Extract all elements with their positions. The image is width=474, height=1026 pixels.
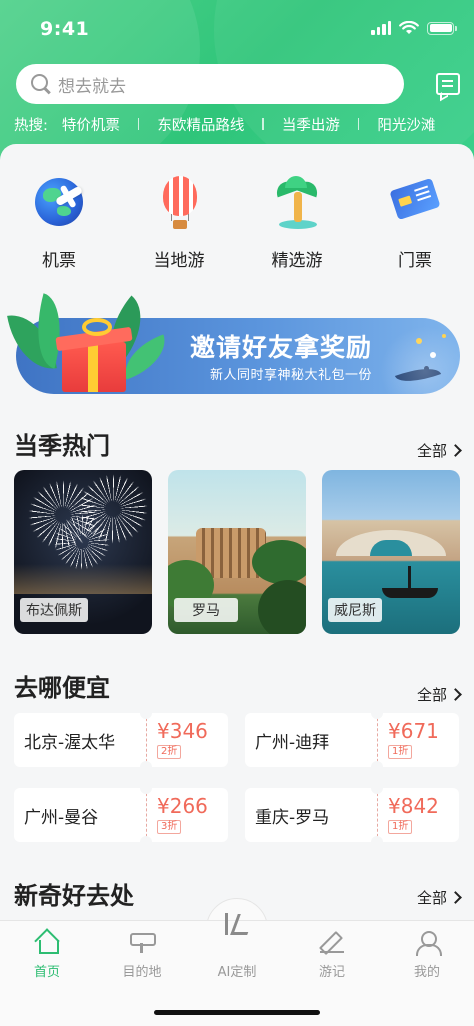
banner-subtitle: 新人同时享神秘大礼包一份 bbox=[210, 368, 373, 383]
hot-search-label: 热搜: bbox=[14, 117, 48, 134]
deal-price: ¥671 bbox=[388, 719, 439, 743]
section-title-seasonal: 当季热门 bbox=[14, 432, 110, 460]
gift-bow bbox=[82, 318, 112, 336]
battery-icon bbox=[427, 21, 457, 35]
hot-search-item[interactable]: 特价机票 bbox=[62, 114, 120, 135]
search-input[interactable]: 想去就去 bbox=[16, 64, 404, 104]
home-icon bbox=[35, 931, 59, 954]
hot-search-item[interactable]: 当季出游 bbox=[282, 114, 340, 135]
category-grid: 机票 当地游 精选游 门票 bbox=[0, 174, 474, 274]
destination-name: 罗马 bbox=[174, 598, 238, 622]
destination-name: 威尼斯 bbox=[328, 598, 382, 622]
nav-item-travelogue[interactable]: 游记 bbox=[292, 931, 372, 981]
user-icon bbox=[415, 931, 442, 956]
ticket-icon bbox=[387, 174, 443, 230]
deal-price-area: ¥266 3折 bbox=[146, 788, 228, 842]
see-all-label: 全部 bbox=[416, 686, 447, 704]
signpost-icon bbox=[130, 931, 156, 953]
wifi-icon bbox=[399, 21, 419, 34]
deal-discount-badge: 1折 bbox=[388, 745, 413, 759]
see-all-novel[interactable]: 全部 bbox=[416, 887, 462, 908]
invite-banner[interactable]: 邀请好友拿奖励 新人同时享神秘大礼包一份 bbox=[7, 292, 460, 396]
nav-item-profile[interactable]: 我的 bbox=[387, 931, 467, 981]
deal-price-area: ¥671 1折 bbox=[377, 713, 459, 767]
nav-label: AI定制 bbox=[217, 965, 257, 980]
section-title-cheap: 去哪便宜 bbox=[14, 674, 110, 702]
section-title-novel: 新奇好去处 bbox=[14, 882, 134, 910]
deal-discount-badge: 1折 bbox=[388, 820, 413, 834]
gift-box-icon bbox=[62, 342, 126, 392]
status-bar: 9:41 bbox=[0, 0, 474, 58]
nav-label: 游记 bbox=[318, 965, 345, 980]
deal-price-area: ¥842 1折 bbox=[377, 788, 459, 842]
destination-card-rome[interactable]: 罗马 bbox=[168, 470, 306, 634]
hot-search-item[interactable]: 东欧精品路线 bbox=[157, 114, 244, 135]
nav-item-destinations[interactable]: 目的地 bbox=[102, 931, 182, 981]
divider bbox=[357, 118, 360, 130]
home-indicator bbox=[154, 1010, 320, 1015]
divider bbox=[137, 118, 140, 130]
category-label: 门票 bbox=[398, 251, 432, 271]
deal-route: 北京-渥太华 bbox=[14, 713, 146, 767]
deal-card[interactable]: 北京-渥太华 ¥346 2折 bbox=[14, 707, 228, 773]
nav-label: 我的 bbox=[413, 965, 440, 980]
chevron-right-icon bbox=[449, 444, 462, 457]
category-local-tours[interactable]: 当地游 bbox=[134, 174, 224, 274]
status-time: 9:41 bbox=[40, 18, 90, 40]
deal-price: ¥346 bbox=[157, 719, 208, 743]
category-featured-tours[interactable]: 精选游 bbox=[252, 174, 342, 274]
banner-title: 邀请好友拿奖励 bbox=[190, 333, 373, 362]
nav-item-home[interactable]: 首页 bbox=[7, 931, 87, 981]
deal-route: 重庆-罗马 bbox=[245, 788, 377, 842]
hot-search-item[interactable]: 阳光沙滩 bbox=[377, 114, 435, 135]
divider bbox=[262, 118, 264, 130]
globe-plane-icon bbox=[31, 174, 87, 230]
deal-card[interactable]: 广州-曼谷 ¥266 3折 bbox=[14, 782, 228, 848]
category-label: 精选游 bbox=[271, 251, 323, 271]
deal-discount-badge: 3折 bbox=[157, 820, 182, 834]
ai-icon[interactable] bbox=[222, 910, 254, 940]
search-icon bbox=[30, 73, 52, 95]
see-all-label: 全部 bbox=[416, 889, 447, 907]
destination-name: 布达佩斯 bbox=[20, 598, 88, 622]
nav-label: 目的地 bbox=[122, 965, 162, 980]
deal-price: ¥842 bbox=[388, 794, 439, 818]
hot-air-balloon-icon bbox=[151, 174, 207, 230]
category-label: 机票 bbox=[42, 251, 76, 271]
deal-card[interactable]: 重庆-罗马 ¥842 1折 bbox=[245, 782, 459, 848]
main-content: 机票 当地游 精选游 门票 邀请好友拿奖励 新人同时享神秘大礼包一份 当季热门 … bbox=[0, 144, 474, 920]
chevron-right-icon bbox=[449, 688, 462, 701]
destination-card-budapest[interactable]: 布达佩斯 bbox=[14, 470, 152, 634]
deal-route: 广州-迪拜 bbox=[245, 713, 377, 767]
palm-tree-icon bbox=[269, 174, 325, 230]
category-label: 当地游 bbox=[153, 251, 205, 271]
search-placeholder: 想去就去 bbox=[58, 76, 126, 97]
category-flights[interactable]: 机票 bbox=[14, 174, 104, 274]
hot-search-row: 热搜: 特价机票 东欧精品路线 当季出游 阳光沙滩 bbox=[14, 113, 474, 135]
deal-route: 广州-曼谷 bbox=[14, 788, 146, 842]
see-all-seasonal[interactable]: 全部 bbox=[416, 440, 462, 461]
deal-card[interactable]: 广州-迪拜 ¥671 1折 bbox=[245, 707, 459, 773]
category-tickets[interactable]: 门票 bbox=[370, 174, 460, 274]
status-icons bbox=[371, 21, 457, 35]
deal-price-area: ¥346 2折 bbox=[146, 713, 228, 767]
destination-card-venice[interactable]: 威尼斯 bbox=[322, 470, 460, 634]
pen-icon bbox=[320, 931, 344, 953]
deal-price: ¥266 bbox=[157, 794, 208, 818]
chevron-right-icon bbox=[449, 891, 462, 904]
see-all-cheap[interactable]: 全部 bbox=[416, 684, 462, 705]
message-icon[interactable] bbox=[436, 73, 460, 95]
nav-label: 首页 bbox=[33, 965, 60, 980]
deal-discount-badge: 2折 bbox=[157, 745, 182, 759]
see-all-label: 全部 bbox=[416, 442, 447, 460]
signal-icon bbox=[371, 21, 391, 35]
